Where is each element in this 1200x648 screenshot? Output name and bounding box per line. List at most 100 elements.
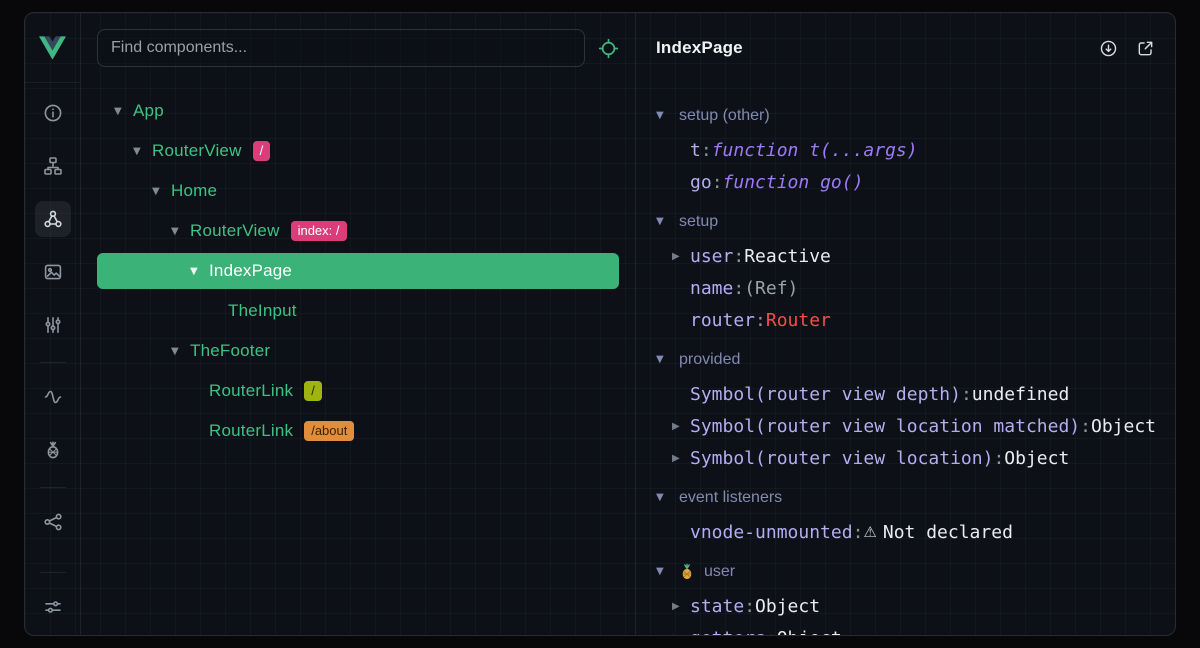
section-header[interactable]: ▼ provided <box>656 341 1175 378</box>
caret-right-icon[interactable]: ▶ <box>672 251 690 262</box>
property-row[interactable]: ▶state : Object <box>656 590 1175 622</box>
tree-item-routerview[interactable]: ▼RouterView / <box>97 131 619 171</box>
section-header[interactable]: ▼ event listeners <box>656 479 1175 516</box>
property-row: router : Router <box>656 304 1175 336</box>
sidebar-divider <box>40 572 66 573</box>
colon: : <box>961 384 972 405</box>
caret-down-icon[interactable]: ▼ <box>171 346 190 357</box>
property-key: getters <box>690 628 766 636</box>
section-header[interactable]: ▼setup <box>656 203 1175 240</box>
tree-item-indexpage[interactable]: ▼IndexPage <box>97 253 619 289</box>
component-name: RouterLink <box>209 381 293 401</box>
tree-header <box>81 13 635 83</box>
tree-item-home[interactable]: ▼Home <box>97 171 619 211</box>
caret-down-icon: ▼ <box>656 216 670 227</box>
sidebar-item-component-tree[interactable] <box>35 148 71 184</box>
section-header[interactable]: ▼user <box>656 553 1175 590</box>
caret-down-icon: ▼ <box>656 492 670 503</box>
component-tree-panel: ▼App▼RouterView/▼Home▼RouterViewindex: /… <box>81 13 635 635</box>
sidebar-item-pages[interactable] <box>35 254 71 290</box>
property-key: name <box>690 278 733 299</box>
timeline-icon <box>43 387 63 407</box>
component-name: Home <box>171 181 217 201</box>
sidebar-item-assets[interactable] <box>35 307 71 343</box>
caret-right-icon[interactable]: ▶ <box>672 453 690 464</box>
route-badge: / <box>253 141 271 161</box>
property-value: function t(...args) <box>712 140 918 161</box>
route-badge: /about <box>304 421 354 441</box>
sidebar-item-info[interactable] <box>35 95 71 131</box>
property-value: Object <box>1004 448 1069 469</box>
component-name: RouterView <box>152 141 242 161</box>
sidebar-item-settings[interactable] <box>35 589 71 625</box>
property-key: router <box>690 310 755 331</box>
tree-item-routerlink[interactable]: RouterLink/about <box>97 411 619 451</box>
tree-item-theinput[interactable]: TheInput <box>97 291 619 331</box>
section-title: provided <box>679 351 740 369</box>
component-name: RouterLink <box>209 421 293 441</box>
pages-icon <box>43 262 63 282</box>
tree-item-routerlink[interactable]: RouterLink / <box>97 371 619 411</box>
caret-down-icon[interactable]: ▼ <box>152 186 171 197</box>
caret-right-icon[interactable]: ▶ <box>672 421 690 432</box>
inspector-title: IndexPage <box>656 38 743 58</box>
property-key: Symbol(router view depth) <box>690 384 961 405</box>
caret-down-icon[interactable]: ▼ <box>190 266 209 277</box>
route-badge: / <box>304 381 322 401</box>
property-key: vnode-unmounted <box>690 522 853 543</box>
search-input[interactable] <box>111 39 571 57</box>
caret-right-icon[interactable]: ▶ <box>672 601 690 612</box>
assets-icon <box>43 315 63 335</box>
property-key: t <box>690 140 701 161</box>
colon: : <box>993 448 1004 469</box>
property-row: go : function go() <box>656 166 1175 198</box>
scroll-to-component-button[interactable] <box>1099 39 1118 58</box>
inspector-sections: ▼ setup (other) t : function t(...args) go … <box>636 83 1175 635</box>
sidebar-item-pinia[interactable] <box>35 432 71 468</box>
caret-right-icon[interactable]: ▶ <box>672 633 690 636</box>
caret-down-icon[interactable]: ▼ <box>171 226 190 237</box>
caret-down-icon[interactable]: ▼ <box>114 106 133 117</box>
sidebar-item-graph[interactable] <box>35 504 71 540</box>
sidebar <box>25 13 81 635</box>
info-icon <box>43 103 63 123</box>
sidebar-divider <box>40 487 66 488</box>
property-row[interactable]: ▶Symbol(router view location) : Object <box>656 442 1175 474</box>
graph-icon <box>43 512 63 532</box>
vue-logo-icon <box>39 36 66 60</box>
pinia-nav-icon <box>43 440 63 460</box>
caret-down-icon[interactable]: ▼ <box>133 146 152 157</box>
property-value: Object <box>755 596 820 617</box>
section-title: setup (other) <box>679 107 770 125</box>
inspector-panel: IndexPage ▼ setup (other) t : function t(.… <box>635 13 1175 635</box>
route-badge: index: / <box>291 221 347 241</box>
section-title: user <box>704 563 735 581</box>
property-row: Symbol(router view depth) : undefined <box>656 378 1175 410</box>
inspector-section: ▼setup▶user : Reactivename : (Ref)router… <box>656 203 1175 336</box>
inspector-section: ▼ provided Symbol(router view depth) : und… <box>656 341 1175 474</box>
sidebar-item-components[interactable] <box>35 201 71 237</box>
property-value: Object <box>777 628 842 636</box>
section-header[interactable]: ▼ setup (other) <box>656 97 1175 134</box>
tree-item-routerview[interactable]: ▼RouterViewindex: / <box>97 211 619 251</box>
tree-item-thefooter[interactable]: ▼TheFooter <box>97 331 619 371</box>
warning-icon: ⚠ <box>863 523 876 541</box>
component-tree-icon <box>43 156 63 176</box>
section-title: event listeners <box>679 489 782 507</box>
colon: : <box>701 140 712 161</box>
property-row[interactable]: ▶getters : Object <box>656 622 1175 635</box>
component-name: TheInput <box>228 301 297 321</box>
open-in-editor-button[interactable] <box>1136 39 1155 58</box>
tree-item-app[interactable]: ▼App <box>97 91 619 131</box>
search-box[interactable] <box>97 29 585 67</box>
sidebar-divider <box>40 362 66 363</box>
vue-devtools-window: ▼App▼RouterView/▼Home▼RouterViewindex: /… <box>24 12 1176 636</box>
property-value: Not declared <box>883 522 1013 543</box>
property-row[interactable]: ▶user : Reactive <box>656 240 1175 272</box>
caret-down-icon: ▼ <box>656 110 670 121</box>
caret-down-icon: ▼ <box>656 354 670 365</box>
pick-component-button[interactable] <box>598 38 619 59</box>
property-row[interactable]: ▶Symbol(router view location matched) : … <box>656 410 1175 442</box>
property-value: function go() <box>723 172 864 193</box>
sidebar-item-timeline[interactable] <box>35 379 71 415</box>
